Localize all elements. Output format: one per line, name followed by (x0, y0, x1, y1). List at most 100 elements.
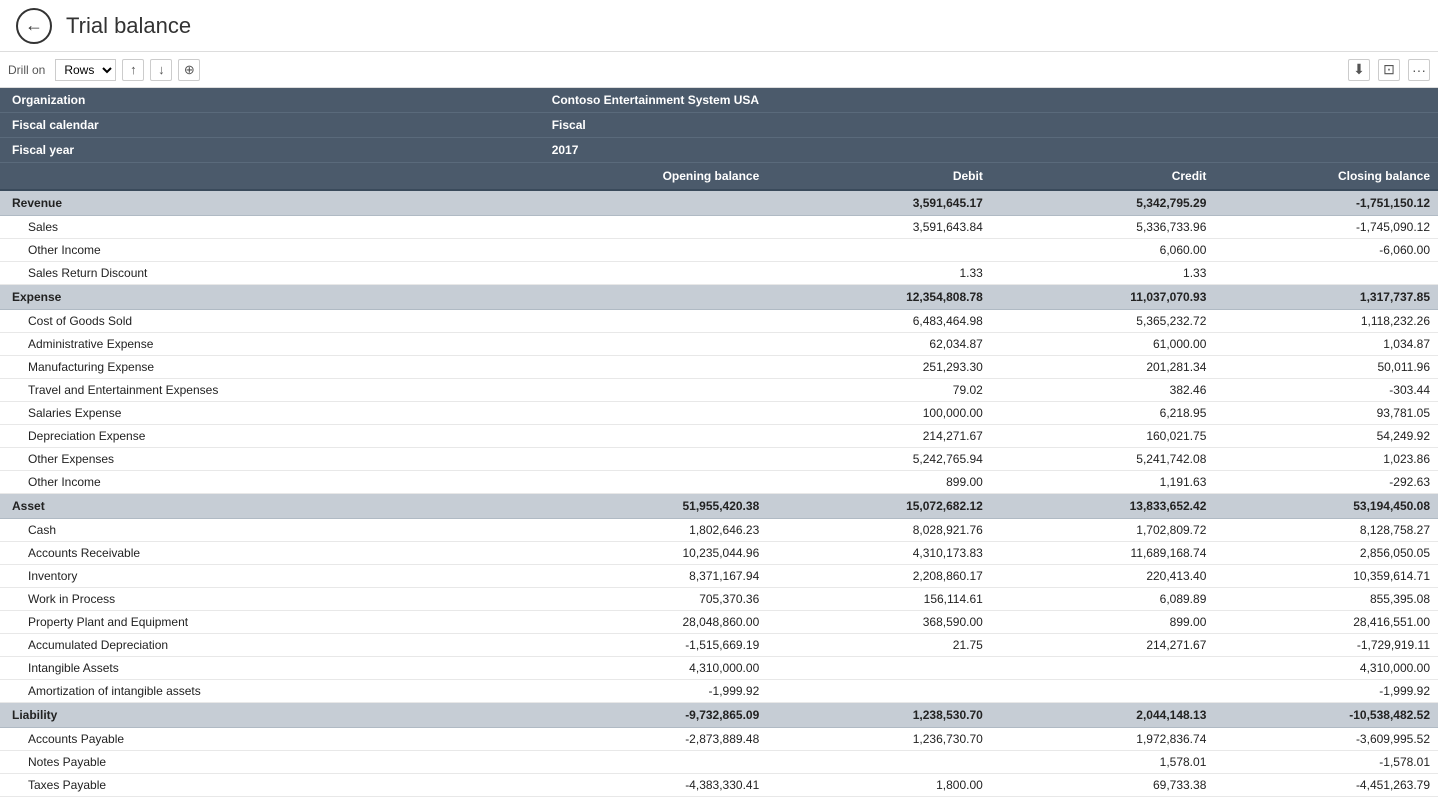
detail-cb: -1,729,919.11 (1214, 634, 1438, 657)
cat-credit: 2,044,148.13 (991, 703, 1215, 728)
table-row[interactable]: Inventory 8,371,167.94 2,208,860.17 220,… (0, 565, 1438, 588)
table-row[interactable]: Accounts Receivable 10,235,044.96 4,310,… (0, 542, 1438, 565)
table-row[interactable]: Cash 1,802,646.23 8,028,921.76 1,702,809… (0, 519, 1438, 542)
detail-ob: -1,515,669.19 (544, 634, 768, 657)
table-row[interactable]: Salaries Expense 100,000.00 6,218.95 93,… (0, 402, 1438, 425)
detail-debit: 5,242,765.94 (767, 448, 991, 471)
detail-credit: 382.46 (991, 379, 1215, 402)
org-label: Organization (0, 88, 544, 113)
detail-ob: 10,235,044.96 (544, 542, 768, 565)
drill-select[interactable]: Rows (55, 59, 116, 81)
detail-name: Cost of Goods Sold (0, 310, 544, 333)
table-row[interactable]: Sales 3,591,643.84 5,336,733.96 -1,745,0… (0, 216, 1438, 239)
detail-cb: -2,475,645.20 (1214, 797, 1438, 803)
detail-cb: -1,745,090.12 (1214, 216, 1438, 239)
detail-credit: 6,089.89 (991, 588, 1215, 611)
detail-debit: 1,236,730.70 (767, 728, 991, 751)
detail-name: Taxes Payable (0, 774, 544, 797)
drill-down-button[interactable]: ↓ (150, 59, 172, 81)
detail-credit: 5,241,742.08 (991, 448, 1215, 471)
column-header-row: Opening balance Debit Credit Closing bal… (0, 163, 1438, 191)
detail-debit: 79.02 (767, 379, 991, 402)
detail-credit: 214,271.67 (991, 634, 1215, 657)
table-row[interactable]: Intangible Assets 4,310,000.00 4,310,000… (0, 657, 1438, 680)
more-icon: ··· (1412, 62, 1426, 78)
detail-cb: 50,011.96 (1214, 356, 1438, 379)
drill-expand-button[interactable]: ⊕ (178, 59, 200, 81)
cat-credit: 5,342,795.29 (991, 190, 1215, 216)
table-row[interactable]: Accounts Payable -2,873,889.48 1,236,730… (0, 728, 1438, 751)
detail-cb: -303.44 (1214, 379, 1438, 402)
col-header-name (0, 163, 544, 191)
col-header-credit: Credit (991, 163, 1215, 191)
table-row[interactable]: Manufacturing Expense 251,293.30 201,281… (0, 356, 1438, 379)
download-button[interactable]: ⬇ (1348, 59, 1370, 81)
detail-name: Inventory (0, 565, 544, 588)
cat-ob: 51,955,420.38 (544, 494, 768, 519)
table-row[interactable]: Administrative Expense 62,034.87 61,000.… (0, 333, 1438, 356)
detail-debit: 214,271.67 (767, 425, 991, 448)
more-button[interactable]: ··· (1408, 59, 1430, 81)
table-container: Organization Contoso Entertainment Syste… (0, 88, 1438, 803)
calendar-value: Fiscal (544, 113, 1438, 138)
table-row[interactable]: Property Plant and Equipment 28,048,860.… (0, 611, 1438, 634)
detail-debit: 6,483,464.98 (767, 310, 991, 333)
detail-name: Other Income (0, 239, 544, 262)
fullscreen-button[interactable]: ⊡ (1378, 59, 1400, 81)
table-row[interactable]: Amortization of intangible assets -1,999… (0, 680, 1438, 703)
detail-cb: -1,578.01 (1214, 751, 1438, 774)
toolbar-right: ⬇ ⊡ ··· (1348, 59, 1430, 81)
table-row[interactable]: Depreciation Expense 214,271.67 160,021.… (0, 425, 1438, 448)
table-row[interactable]: Other Expenses 5,242,765.94 5,241,742.08… (0, 448, 1438, 471)
category-row: Asset 51,955,420.38 15,072,682.12 13,833… (0, 494, 1438, 519)
detail-credit: 1,578.01 (991, 751, 1215, 774)
year-value: 2017 (544, 138, 1438, 163)
detail-debit (767, 657, 991, 680)
cat-debit: 3,591,645.17 (767, 190, 991, 216)
detail-ob (544, 751, 768, 774)
cat-credit: 13,833,652.42 (991, 494, 1215, 519)
detail-cb: 28,416,551.00 (1214, 611, 1438, 634)
detail-name: Amortization of intangible assets (0, 680, 544, 703)
detail-debit: 1,800.00 (767, 774, 991, 797)
detail-credit: 220,413.40 (991, 565, 1215, 588)
cat-debit: 1,238,530.70 (767, 703, 991, 728)
detail-credit (991, 797, 1215, 803)
category-row: Liability -9,732,865.09 1,238,530.70 2,0… (0, 703, 1438, 728)
cat-ob (544, 190, 768, 216)
detail-cb: 8,128,758.27 (1214, 519, 1438, 542)
cat-name: Asset (0, 494, 544, 519)
detail-ob: 4,310,000.00 (544, 657, 768, 680)
download-icon: ⬇ (1353, 61, 1365, 78)
table-row[interactable]: Taxes Payable -4,383,330.41 1,800.00 69,… (0, 774, 1438, 797)
detail-credit: 6,060.00 (991, 239, 1215, 262)
detail-debit: 368,590.00 (767, 611, 991, 634)
table-row[interactable]: Other Income 899.00 1,191.63 -292.63 (0, 471, 1438, 494)
table-row[interactable]: Other Income 6,060.00 -6,060.00 (0, 239, 1438, 262)
category-row: Expense 12,354,808.78 11,037,070.93 1,31… (0, 285, 1438, 310)
detail-name: Travel and Entertainment Expenses (0, 379, 544, 402)
detail-credit: 11,689,168.74 (991, 542, 1215, 565)
detail-cb: -292.63 (1214, 471, 1438, 494)
table-row[interactable]: Work in Process 705,370.36 156,114.61 6,… (0, 588, 1438, 611)
detail-ob: -4,383,330.41 (544, 774, 768, 797)
table-row[interactable]: Notes Payable 1,578.01 -1,578.01 (0, 751, 1438, 774)
detail-cb: 1,023.86 (1214, 448, 1438, 471)
drill-up-button[interactable]: ↑ (122, 59, 144, 81)
detail-credit: 1,702,809.72 (991, 519, 1215, 542)
detail-cb: 1,034.87 (1214, 333, 1438, 356)
detail-cb: -4,451,263.79 (1214, 774, 1438, 797)
detail-ob (544, 239, 768, 262)
table-row[interactable]: Travel and Entertainment Expenses 79.02 … (0, 379, 1438, 402)
detail-credit: 899.00 (991, 611, 1215, 634)
table-row[interactable]: Other Current Liabilities -2,475,645.20 … (0, 797, 1438, 803)
detail-debit: 156,114.61 (767, 588, 991, 611)
table-row[interactable]: Cost of Goods Sold 6,483,464.98 5,365,23… (0, 310, 1438, 333)
detail-credit: 61,000.00 (991, 333, 1215, 356)
detail-name: Sales Return Discount (0, 262, 544, 285)
table-row[interactable]: Sales Return Discount 1.33 1.33 (0, 262, 1438, 285)
detail-debit (767, 680, 991, 703)
back-button[interactable]: ← (16, 8, 52, 44)
table-row[interactable]: Accumulated Depreciation -1,515,669.19 2… (0, 634, 1438, 657)
cat-cb: -10,538,482.52 (1214, 703, 1438, 728)
